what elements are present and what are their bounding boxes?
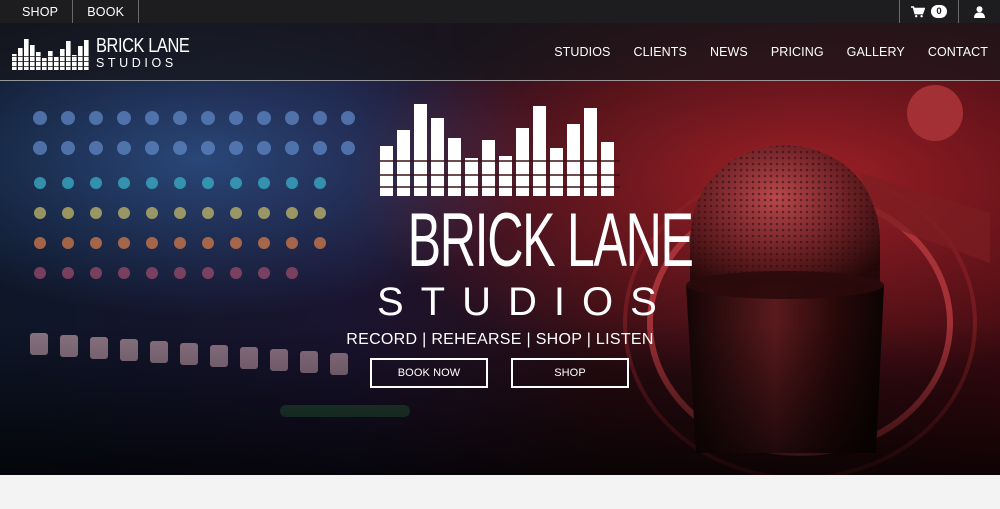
account-button[interactable] [958,0,1000,23]
equalizer-logo-icon [12,38,92,70]
nav-link-gallery[interactable]: GALLERY [847,45,905,59]
content-area [0,475,1000,509]
cart-count-badge: 0 [931,5,947,18]
nav-link-studios[interactable]: STUDIOS [554,45,610,59]
nav-logo-studios: STUDIOS [96,56,177,70]
nav-logo-wordmark: BRICK LANE STUDIOS [96,36,210,70]
top-link-shop[interactable]: SHOP [0,0,74,23]
top-utility-bar: SHOP BOOK 0 [0,0,1000,23]
nav-logo-brick-lane: BRICK LANE [96,35,190,57]
main-navbar: BRICK LANE STUDIOS STUDIOS CLIENTS NEWS … [0,23,1000,81]
book-now-button[interactable]: BOOK NOW [370,358,488,388]
nav-link-clients[interactable]: CLIENTS [633,45,687,59]
nav-link-pricing[interactable]: PRICING [771,45,824,59]
top-link-book[interactable]: BOOK [73,0,140,23]
hero-tagline: RECORD | REHEARSE | SHOP | LISTEN [346,331,654,348]
nav-menu: STUDIOS CLIENTS NEWS PRICING GALLERY CON… [554,23,988,80]
nav-link-news[interactable]: NEWS [710,45,748,59]
hero-studios-text: STUDIOS [377,280,674,324]
hero-equalizer-icon [380,104,620,196]
hero-brick-lane-text: BRICK LANE [407,198,694,283]
user-icon [974,5,985,18]
shop-button[interactable]: SHOP [511,358,629,388]
cart-button[interactable]: 0 [899,0,958,23]
hero-logo: BRICK LANE STUDIOS [360,100,694,324]
nav-link-contact[interactable]: CONTACT [928,45,988,59]
shopping-cart-icon [911,5,925,17]
site-logo-link[interactable]: BRICK LANE STUDIOS [12,36,210,70]
